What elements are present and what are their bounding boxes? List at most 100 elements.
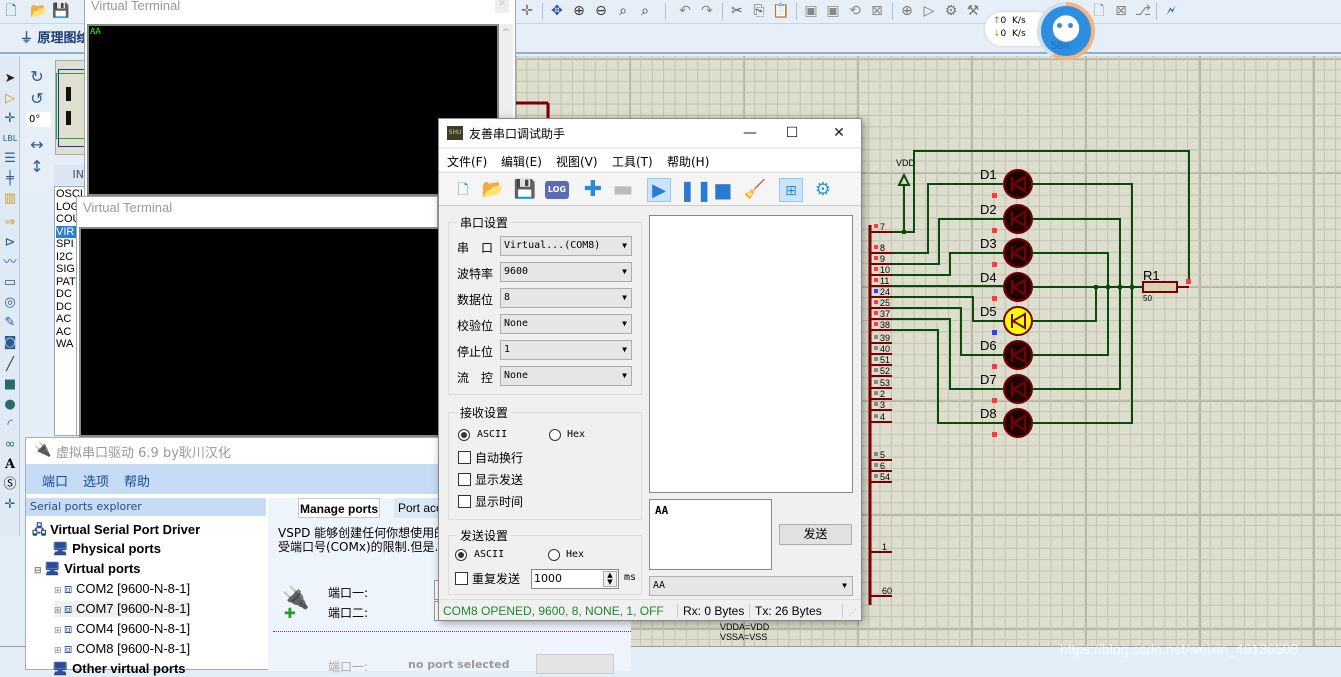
zoom-area-icon[interactable]: ⌕ <box>636 2 654 20</box>
receive-textarea[interactable] <box>649 215 853 493</box>
netlist-icon[interactable]: ⎇ <box>1134 2 1152 20</box>
stop-icon[interactable]: ■ <box>711 178 735 202</box>
line-icon[interactable]: ╱ <box>1 356 19 374</box>
subcircuit-icon[interactable]: ▥ <box>1 190 19 208</box>
zoom-all-icon[interactable]: ⌕ <box>614 2 632 20</box>
flow-control-select[interactable]: None ▼ <box>500 366 632 386</box>
erc-icon[interactable]: 🗲 <box>1162 2 1180 20</box>
block-copy-icon[interactable]: ▣ <box>802 2 820 20</box>
stop-bits-select[interactable]: 1 ▼ <box>500 340 632 360</box>
tree-physical-ports[interactable]: 🖥 Physical ports <box>52 541 161 557</box>
expand-icon[interactable]: ⊞ <box>54 625 64 635</box>
circle-icon[interactable]: ● <box>1 396 19 414</box>
close-icon[interactable]: ✕ <box>495 0 509 13</box>
virtual-instrument-icon[interactable]: ◙ <box>1 334 19 352</box>
remove-sheet-icon[interactable]: ⊠ <box>1112 2 1130 20</box>
serial-ports-tree[interactable]: 🖧 Virtual Serial Port Driver 🖥 Physical … <box>26 518 266 676</box>
parity-select[interactable]: None ▼ <box>500 314 632 334</box>
wire-label-icon[interactable]: LBL <box>1 130 19 148</box>
zoom-in-icon[interactable]: ⊕ <box>570 2 588 20</box>
tape-recorder-icon[interactable]: ▭ <box>1 274 19 292</box>
rotate-ccw-icon[interactable]: ↺ <box>28 90 46 108</box>
save-icon[interactable]: 💾 <box>52 2 70 20</box>
clear-icon[interactable]: 🧹 <box>743 178 767 202</box>
expand-icon[interactable]: ⊞ <box>54 585 64 595</box>
open-folder-icon[interactable]: 📂 <box>30 2 48 20</box>
redo-icon[interactable]: ↷ <box>698 2 716 20</box>
delete-pair-button[interactable] <box>536 654 614 674</box>
text-icon[interactable]: A <box>1 456 19 474</box>
box-icon[interactable]: ■ <box>1 376 19 394</box>
make-device-icon[interactable]: ▷ <box>920 2 938 20</box>
auto-wrap-checkbox[interactable] <box>458 451 471 464</box>
copy-icon[interactable]: ⎘ <box>750 2 768 20</box>
tree-port-com4[interactable]: ⊞ ⧈ COM4 [9600-N-8-1] <box>54 621 190 637</box>
tree-other-virtual-ports[interactable]: 🖥 Other virtual ports <box>52 661 186 677</box>
text-script-icon[interactable]: ☰ <box>1 150 19 168</box>
terminal-screen[interactable] <box>79 227 441 437</box>
baud-rate-select[interactable]: 9600 ▼ <box>500 262 632 282</box>
decompose-icon[interactable]: ⚒ <box>964 2 982 20</box>
open-icon[interactable]: 📂 <box>481 178 505 202</box>
symbol-icon[interactable]: Ⓢ <box>1 476 19 494</box>
block-rotate-icon[interactable]: ⟲ <box>846 2 864 20</box>
tree-port-com2[interactable]: ⊞ ⧈ COM2 [9600-N-8-1] <box>54 581 190 597</box>
receive-ascii-radio[interactable] <box>458 429 470 441</box>
menu-view[interactable]: 视图(V) <box>556 153 598 170</box>
generator-icon[interactable]: ◎ <box>1 294 19 312</box>
play-icon[interactable]: ▶ <box>647 178 671 202</box>
device-pin-icon[interactable]: ⊳ <box>1 234 19 252</box>
mirror-vertical-icon[interactable]: ↕ <box>28 158 46 176</box>
send-ascii-radio[interactable] <box>455 549 467 561</box>
rotate-cw-icon[interactable]: ↻ <box>28 68 46 86</box>
origin-icon[interactable]: ✛ <box>518 2 536 20</box>
block-delete-icon[interactable]: ⊠ <box>868 2 886 20</box>
repeat-send-checkbox[interactable] <box>455 572 468 585</box>
paste-icon[interactable]: 📋 <box>772 2 790 20</box>
window-icon[interactable]: ⊞ <box>779 178 803 202</box>
overview-window[interactable] <box>55 60 87 155</box>
tree-root[interactable]: 🖧 Virtual Serial Port Driver <box>32 521 200 543</box>
interval-spinner[interactable]: ▲ ▼ <box>603 571 617 587</box>
terminal-icon[interactable]: ⇒ <box>1 214 19 232</box>
undo-icon[interactable]: ↶ <box>676 2 694 20</box>
graph-icon[interactable]: 〰 <box>1 254 19 272</box>
new-file-icon[interactable]: 🗋 <box>2 2 20 20</box>
repeat-interval-input[interactable]: 1000 ▲ ▼ <box>531 569 619 589</box>
save-icon[interactable]: 💾 <box>513 178 537 202</box>
expand-icon[interactable]: ⊞ <box>54 605 64 615</box>
probe-icon[interactable]: ✎ <box>1 314 19 332</box>
arc-icon[interactable]: ◜ <box>1 416 19 434</box>
show-send-checkbox[interactable] <box>458 473 471 486</box>
tab-manage-ports[interactable]: Manage ports <box>298 498 380 518</box>
expand-icon[interactable]: ⊞ <box>54 645 64 655</box>
rotation-angle-field[interactable]: 0° <box>27 112 51 127</box>
menu-port[interactable]: 端口 <box>42 471 68 490</box>
receive-hex-radio[interactable] <box>549 429 561 441</box>
send-button[interactable]: 发送 <box>779 524 852 545</box>
selection-mode-icon[interactable]: ➤ <box>1 70 19 88</box>
menu-help[interactable]: 帮助 <box>124 471 150 490</box>
settings-icon[interactable]: ⚙ <box>811 178 835 202</box>
collapse-icon[interactable]: ⊟ <box>34 565 44 575</box>
minimize-button[interactable]: — <box>735 122 765 144</box>
path-icon[interactable]: ∞ <box>1 436 19 454</box>
remove-icon[interactable]: ▬ <box>611 178 635 202</box>
add-icon[interactable]: ✚ <box>581 178 605 202</box>
menu-options[interactable]: 选项 <box>83 471 109 490</box>
tab-schematic-capture[interactable]: ⏚ 原理图绘 <box>14 28 90 50</box>
tree-port-com8[interactable]: ⊞ ⧈ COM8 [9600-N-8-1] <box>54 641 190 657</box>
menu-tools[interactable]: 工具(T) <box>612 153 653 170</box>
tree-port-com7[interactable]: ⊞ ⧈ COM7 [9600-N-8-1] <box>54 601 191 617</box>
send-history-combo[interactable]: AA ▼ <box>649 576 853 596</box>
junction-icon[interactable]: ✛ <box>1 110 19 128</box>
log-icon[interactable]: LOG <box>545 181 569 199</box>
bus-icon[interactable]: ╪ <box>1 170 19 188</box>
block-move-icon[interactable]: ▣ <box>824 2 842 20</box>
menu-edit[interactable]: 编辑(E) <box>501 153 542 170</box>
mirror-horizontal-icon[interactable]: ↔ <box>28 136 46 154</box>
tree-virtual-ports[interactable]: ⊟ 🖥 Virtual ports <box>34 561 141 577</box>
close-button[interactable]: ✕ <box>824 122 854 144</box>
resize-grip-icon[interactable]: ⋰ <box>849 602 857 624</box>
pause-icon[interactable]: ❚❚ <box>679 178 713 202</box>
